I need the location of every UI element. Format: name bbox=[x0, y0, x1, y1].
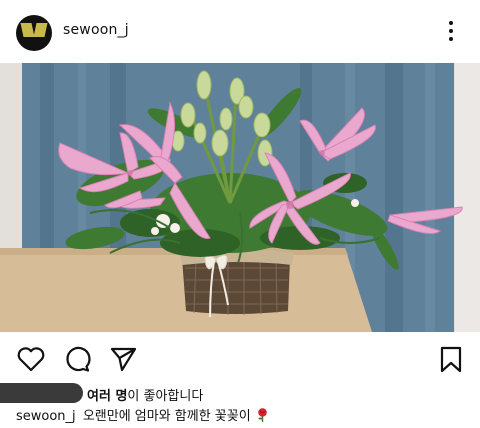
more-options-icon[interactable] bbox=[444, 20, 458, 44]
caption: sewoon_j 오랜만에 엄마와 함께한 꽃꽂이 bbox=[16, 405, 476, 425]
post-header: sewoon_j bbox=[0, 0, 480, 62]
bookmark-icon[interactable] bbox=[436, 344, 466, 374]
likes-row[interactable]: 여러 명이 좋아합니다 bbox=[0, 383, 480, 404]
post-photo[interactable] bbox=[0, 63, 480, 332]
flower-arrangement-image bbox=[0, 63, 480, 332]
avatar[interactable] bbox=[16, 15, 52, 51]
heart-icon[interactable] bbox=[16, 344, 46, 374]
likes-rest: 이 좋아합니다 bbox=[127, 389, 204, 404]
action-bar bbox=[0, 336, 480, 378]
rose-emoji-icon bbox=[257, 408, 268, 422]
share-icon[interactable] bbox=[108, 344, 138, 374]
likes-text: 여러 명이 좋아합니다 bbox=[87, 385, 203, 404]
liker-avatars-redacted bbox=[0, 383, 83, 403]
avatar-ear-left bbox=[20, 23, 35, 37]
avatar-ear-right bbox=[33, 23, 48, 37]
likes-bold: 여러 명 bbox=[87, 389, 128, 404]
post-username[interactable]: sewoon_j bbox=[63, 22, 129, 38]
comment-icon[interactable] bbox=[62, 344, 92, 374]
caption-text: 오랜만에 엄마와 함께한 꽃꽂이 bbox=[82, 409, 251, 424]
caption-username[interactable]: sewoon_j bbox=[16, 409, 76, 424]
